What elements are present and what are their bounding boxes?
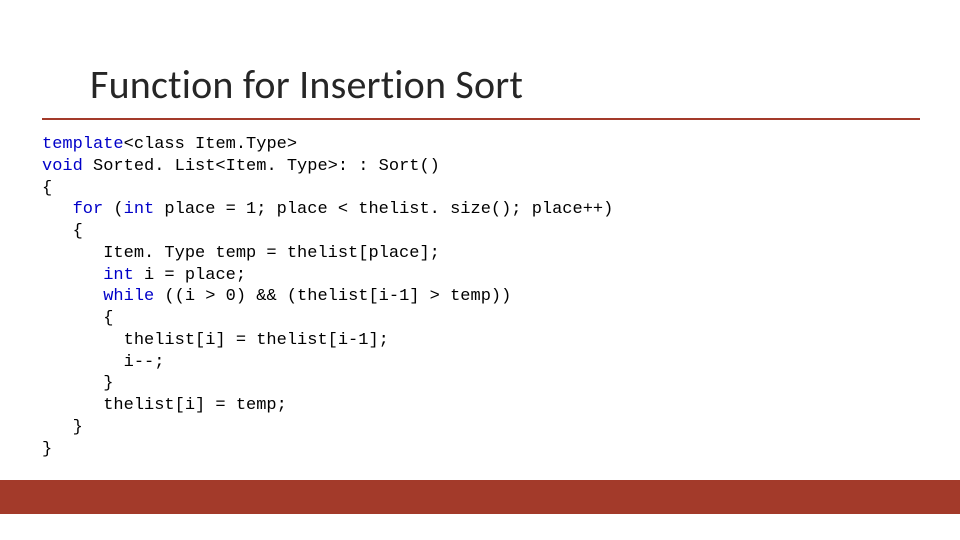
code-block: template<class Item.Type> void Sorted. L…	[42, 134, 613, 460]
code-text: i = place;	[134, 266, 246, 285]
code-text: place = 1; place < thelist. size(); plac…	[154, 200, 613, 219]
kw-for: for	[73, 200, 104, 219]
code-text: }	[42, 440, 52, 459]
code-text: }	[42, 418, 83, 437]
kw-template: template	[42, 135, 124, 154]
code-text: {	[42, 309, 113, 328]
code-text: ((i > 0) && (thelist[i-1] > temp))	[154, 287, 511, 306]
kw-void: void	[42, 157, 83, 176]
code-text: (	[103, 200, 123, 219]
code-text: Item. Type temp = thelist[place];	[42, 244, 440, 263]
kw-while: while	[103, 287, 154, 306]
slide-title: Function for Insertion Sort	[90, 60, 523, 109]
title-underline	[42, 118, 920, 120]
code-text: i--;	[42, 353, 164, 372]
code-text: thelist[i] = temp;	[42, 396, 287, 415]
code-text: <class Item.Type>	[124, 135, 297, 154]
code-text: {	[42, 179, 52, 198]
code-text: Sorted. List<Item. Type>: : Sort()	[83, 157, 440, 176]
code-text: {	[42, 222, 83, 241]
kw-int: int	[124, 200, 155, 219]
kw-int: int	[103, 266, 134, 285]
code-text: }	[42, 374, 113, 393]
code-text: thelist[i] = thelist[i-1];	[42, 331, 389, 350]
slide: Function for Insertion Sort template<cla…	[0, 0, 960, 540]
footer-bar	[0, 480, 960, 514]
